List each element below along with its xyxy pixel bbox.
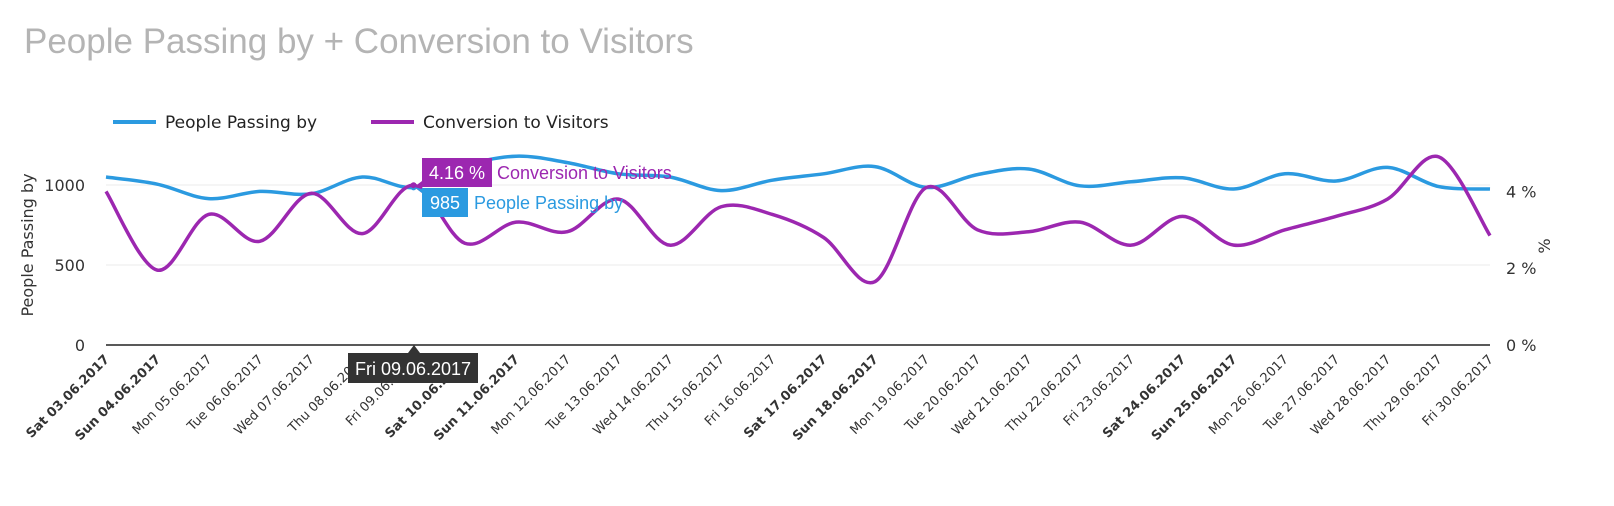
y-right-tick: 4 % — [1506, 182, 1536, 201]
series-lines[interactable] — [104, 154, 1492, 285]
x-tick-label: Sun 25.06.2017 — [1149, 352, 1241, 444]
tooltip-conversion-value: 4.16 % — [429, 163, 485, 183]
legend-label-people[interactable]: People Passing by — [165, 113, 317, 133]
y-left-tick: 500 — [54, 256, 85, 275]
tooltip-conversion-label: Conversion to Visitors — [497, 163, 672, 183]
tooltip-people-value: 985 — [430, 193, 460, 213]
y-right-tick: 0 % — [1506, 336, 1536, 355]
x-axis-labels: Sat 03.06.2017Sun 04.06.2017Mon 05.06.20… — [24, 352, 1497, 444]
tooltip-people-label: People Passing by — [474, 193, 623, 213]
x-tick-label: Sun 18.06.2017 — [790, 352, 882, 444]
crosshair-label-text: Fri 09.06.2017 — [355, 359, 471, 379]
crosshair-label: Fri 09.06.2017 — [348, 345, 478, 383]
legend[interactable]: People Passing by Conversion to Visitors — [113, 113, 609, 133]
y-axis-left-title: People Passing by — [18, 173, 37, 316]
chart-canvas: People Passing by Conversion to Visitors… — [18, 113, 1554, 444]
x-tick-label: Sat 03.06.2017 — [24, 352, 113, 441]
x-tick-label: Sun 04.06.2017 — [72, 352, 164, 444]
y-axis-right: 0 % 2 % 4 % — [1506, 182, 1536, 355]
y-right-tick: 2 % — [1506, 259, 1536, 278]
y-axis-left: 0 500 1000 — [44, 176, 85, 355]
y-left-tick: 1000 — [44, 176, 85, 195]
y-axis-right-title: % — [1535, 238, 1554, 253]
legend-label-conversion[interactable]: Conversion to Visitors — [423, 113, 609, 133]
y-left-tick: 0 — [75, 336, 85, 355]
